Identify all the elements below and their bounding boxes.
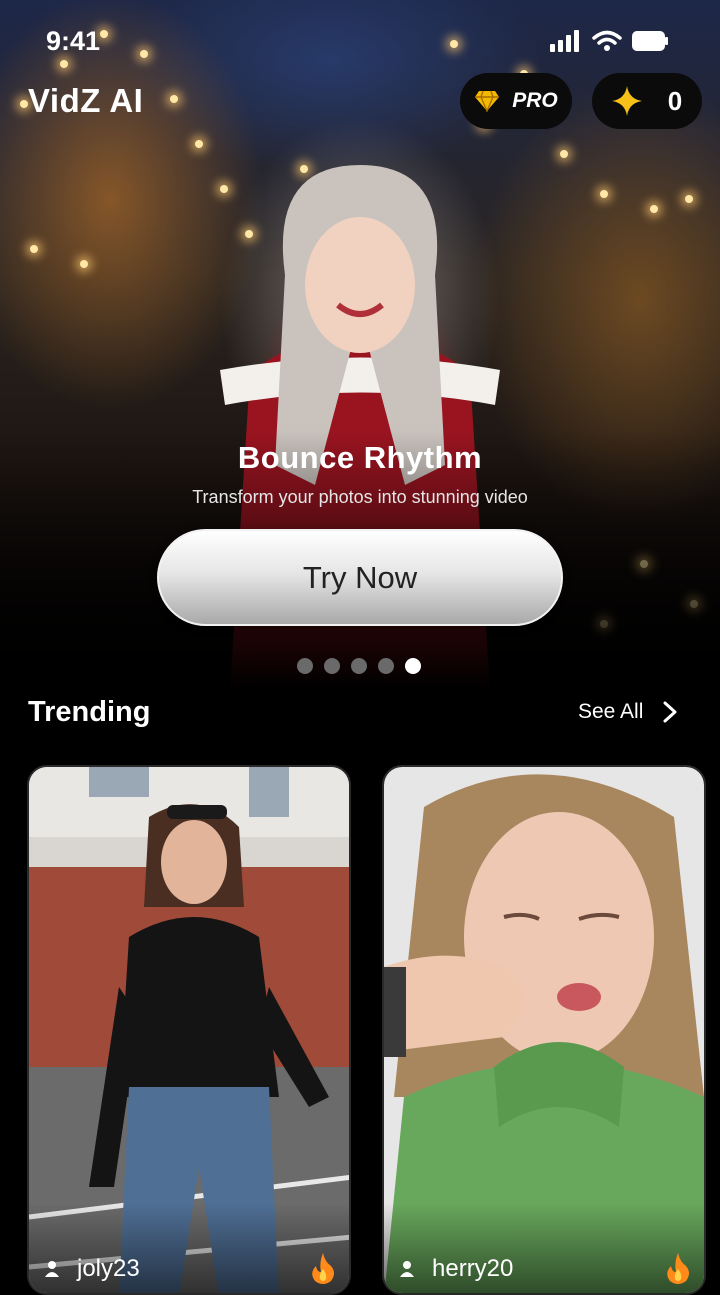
- see-all-link[interactable]: See All: [578, 700, 677, 724]
- wifi-icon: [592, 30, 622, 51]
- card-username: herry20: [432, 1255, 514, 1282]
- credit-count: 0: [667, 85, 683, 116]
- sparkle-icon: [611, 86, 642, 116]
- pro-label: PRO: [512, 89, 558, 112]
- try-now-button[interactable]: Try Now: [157, 529, 563, 626]
- carousel-dot[interactable]: [351, 658, 367, 674]
- battery-icon: [632, 31, 668, 51]
- see-all-label: See All: [578, 700, 644, 723]
- gem-icon: [475, 90, 500, 112]
- hero-title: Bounce Rhythm: [237, 440, 483, 475]
- app-title: VidZ AI: [28, 82, 144, 119]
- chevron-right-icon: [663, 701, 677, 723]
- card-user: joly23: [45, 1255, 140, 1283]
- pro-button[interactable]: PRO: [460, 73, 572, 129]
- carousel-dot[interactable]: [297, 658, 313, 674]
- credits-button[interactable]: 0: [592, 73, 702, 129]
- carousel-dot[interactable]: [378, 658, 394, 674]
- trending-card[interactable]: joly23: [27, 765, 351, 1295]
- user-icon: [45, 1261, 59, 1277]
- status-time: 9:41: [46, 26, 101, 56]
- carousel-dot-active[interactable]: [405, 658, 421, 674]
- trending-card[interactable]: herry20: [382, 765, 706, 1295]
- carousel-dot[interactable]: [324, 658, 340, 674]
- signal-icon: [550, 30, 579, 52]
- hero-subtitle: Transform your photos into stunning vide…: [192, 487, 528, 507]
- fire-icon: [667, 1253, 689, 1284]
- user-icon: [400, 1261, 414, 1277]
- card-user: herry20: [400, 1255, 513, 1283]
- trending-title: Trending: [28, 696, 151, 728]
- carousel-indicator: [297, 658, 421, 674]
- status-icons: [550, 30, 668, 52]
- card-username: joly23: [77, 1255, 140, 1282]
- fire-icon: [312, 1253, 334, 1284]
